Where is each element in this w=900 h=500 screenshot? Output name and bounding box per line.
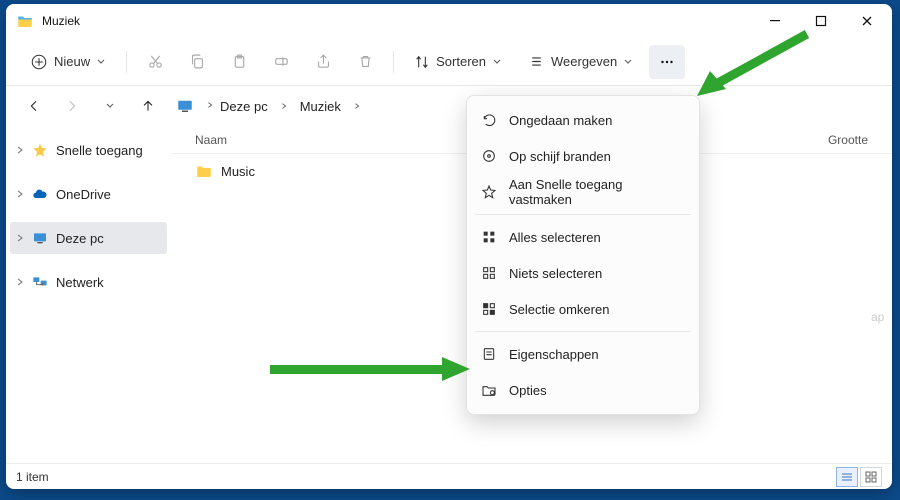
disc-icon: [481, 148, 497, 164]
list-icon: [528, 53, 545, 70]
more-icon: [658, 53, 676, 71]
chevron-right-icon[interactable]: [14, 276, 26, 288]
select-all-icon: [481, 229, 497, 245]
more-menu: Ongedaan maken Op schijf branden Aan Sne…: [466, 95, 700, 415]
separator: [126, 51, 127, 73]
view-button[interactable]: Weergeven: [518, 45, 643, 79]
share-icon: [315, 53, 332, 70]
select-invert-icon: [481, 301, 497, 317]
sidebar-item-this-pc[interactable]: Deze pc: [10, 222, 167, 254]
more-button[interactable]: [649, 45, 685, 79]
forward-button[interactable]: [58, 92, 86, 120]
star-icon: [32, 142, 48, 158]
sidebar-item-onedrive[interactable]: OneDrive: [10, 178, 167, 210]
navigation-pane: Snelle toegang OneDrive Deze pc Netwerk: [6, 126, 171, 463]
paste-button[interactable]: [221, 45, 257, 79]
item-name: Music: [221, 164, 255, 179]
body: Snelle toegang OneDrive Deze pc Netwerk: [6, 126, 892, 463]
column-header-size[interactable]: Grootte: [828, 133, 868, 147]
sort-icon: [414, 54, 430, 70]
breadcrumb-root[interactable]: Deze pc: [200, 95, 274, 118]
sort-label: Sorteren: [436, 54, 486, 69]
options-icon: [481, 382, 497, 398]
chevron-right-icon[interactable]: [14, 232, 26, 244]
star-outline-icon: [481, 184, 497, 200]
sidebar-item-network[interactable]: Netwerk: [10, 266, 167, 298]
close-button[interactable]: [844, 4, 890, 38]
chevron-right-icon: [206, 101, 216, 111]
chevron-right-icon: [353, 102, 361, 110]
copy-button[interactable]: [179, 45, 215, 79]
cut-icon: [147, 53, 164, 70]
chevron-down-icon: [623, 57, 633, 67]
properties-icon: [481, 346, 497, 362]
menu-select-all[interactable]: Alles selecteren: [467, 219, 699, 255]
annotation-arrow: [692, 29, 812, 109]
menu-burn-disc[interactable]: Op schijf branden: [467, 138, 699, 174]
status-bar: 1 item: [6, 463, 892, 489]
chevron-right-icon[interactable]: [14, 144, 26, 156]
window-icon: [16, 12, 34, 30]
back-button[interactable]: [20, 92, 48, 120]
monitor-icon: [32, 230, 48, 246]
thumbnails-view-toggle[interactable]: [860, 467, 882, 487]
menu-separator: [475, 214, 691, 215]
network-icon: [32, 274, 48, 290]
copy-icon: [189, 53, 206, 70]
plus-circle-icon: [30, 53, 48, 71]
cloud-icon: [32, 186, 48, 202]
new-button[interactable]: Nieuw: [20, 45, 116, 79]
new-label: Nieuw: [54, 54, 90, 69]
share-button[interactable]: [305, 45, 341, 79]
menu-invert-selection[interactable]: Selectie omkeren: [467, 291, 699, 327]
menu-undo[interactable]: Ongedaan maken: [467, 102, 699, 138]
menu-separator: [475, 331, 691, 332]
recent-button[interactable]: [96, 92, 124, 120]
delete-button[interactable]: [347, 45, 383, 79]
select-none-icon: [481, 265, 497, 281]
breadcrumb-folder[interactable]: Muziek: [294, 95, 347, 118]
paste-icon: [231, 53, 248, 70]
sidebar-item-quick-access[interactable]: Snelle toegang: [10, 134, 167, 166]
chevron-down-icon: [492, 57, 502, 67]
undo-icon: [481, 112, 497, 128]
truncated-text: ap: [871, 310, 884, 324]
view-label: Weergeven: [551, 54, 617, 69]
folder-icon: [195, 162, 213, 180]
chevron-right-icon[interactable]: [14, 188, 26, 200]
rename-button[interactable]: [263, 45, 299, 79]
menu-options[interactable]: Opties: [467, 372, 699, 408]
chevron-right-icon: [280, 102, 288, 110]
rename-icon: [273, 53, 290, 70]
delete-icon: [357, 53, 374, 70]
column-header-name[interactable]: Naam: [195, 133, 435, 147]
up-button[interactable]: [134, 92, 162, 120]
item-count: 1 item: [16, 470, 49, 484]
menu-pin-quick-access[interactable]: Aan Snelle toegang vastmaken: [467, 174, 699, 210]
annotation-arrow: [270, 355, 470, 383]
menu-select-none[interactable]: Niets selecteren: [467, 255, 699, 291]
menu-properties[interactable]: Eigenschappen: [467, 336, 699, 372]
cut-button[interactable]: [137, 45, 173, 79]
separator: [393, 51, 394, 73]
window-title: Muziek: [42, 14, 80, 28]
this-pc-icon: [176, 97, 194, 115]
sort-button[interactable]: Sorteren: [404, 45, 512, 79]
details-view-toggle[interactable]: [836, 467, 858, 487]
chevron-down-icon: [96, 57, 106, 67]
